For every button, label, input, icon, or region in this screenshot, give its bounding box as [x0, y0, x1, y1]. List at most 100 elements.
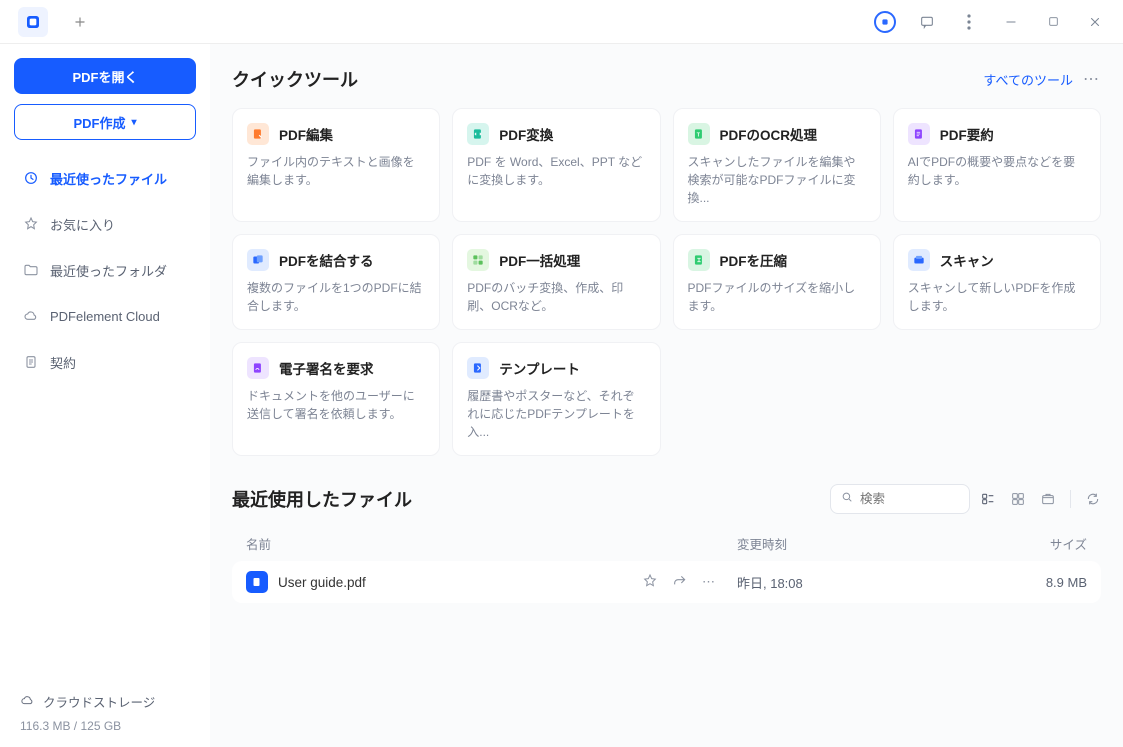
scan-icon: [908, 249, 930, 271]
tool-title: PDF変換: [499, 124, 553, 144]
file-size: 8.9 MB: [997, 575, 1087, 590]
tools-grid: PDF編集 ファイル内のテキストと画像を編集します。 PDF変換 PDF を W…: [232, 108, 1101, 456]
tool-desc: スキャンしたファイルを編集や検索が可能なPDFファイルに変換...: [688, 153, 866, 207]
tool-desc: スキャンして新しいPDFを作成します。: [908, 279, 1086, 315]
close-button[interactable]: [1081, 8, 1109, 36]
recent-files-header: 最近使用したファイル: [232, 484, 1101, 514]
batch-icon: [467, 249, 489, 271]
nav-label: 最近使ったフォルダ: [50, 261, 167, 280]
more-icon[interactable]: ⋯: [702, 574, 717, 590]
tool-desc: 複数のファイルを1つのPDFに結合します。: [247, 279, 425, 315]
archive-icon[interactable]: [1040, 491, 1056, 507]
star-icon: [22, 216, 40, 232]
tool-pdf-convert[interactable]: PDF変換 PDF を Word、Excel、PPT などに変換します。: [452, 108, 660, 222]
tool-esign[interactable]: 電子署名を要求 ドキュメントを他のユーザーに送信して署名を依頼します。: [232, 342, 440, 456]
clock-icon: [22, 170, 40, 186]
tool-template[interactable]: テンプレート 履歴書やポスターなど、それぞれに応じたPDFテンプレートを入...: [452, 342, 660, 456]
refresh-icon[interactable]: [1085, 491, 1101, 507]
maximize-button[interactable]: [1039, 8, 1067, 36]
col-size: サイズ: [997, 534, 1087, 553]
create-pdf-button[interactable]: PDF作成 ▾: [14, 104, 196, 140]
open-pdf-button[interactable]: PDFを開く: [14, 58, 196, 94]
nav-label: 契約: [50, 353, 76, 372]
cloud-storage-label: クラウドストレージ: [43, 692, 155, 711]
template-icon: [467, 357, 489, 379]
create-pdf-label: PDF作成: [73, 113, 125, 132]
minimize-button[interactable]: [997, 8, 1025, 36]
file-name: User guide.pdf: [278, 575, 366, 590]
tool-pdf-compress[interactable]: PDFを圧縮 PDFファイルのサイズを縮小します。: [673, 234, 881, 330]
tool-desc: 履歴書やポスターなど、それぞれに応じたPDFテンプレートを入...: [467, 387, 645, 441]
quick-tools-header: クイックツール すべてのツール ⋯: [232, 66, 1101, 92]
window-controls: [871, 8, 1115, 36]
summarize-icon: [908, 123, 930, 145]
tool-desc: ファイル内のテキストと画像を編集します。: [247, 153, 425, 189]
pdf-file-icon: [246, 571, 268, 593]
tool-title: PDFを結合する: [279, 250, 374, 270]
titlebar: [0, 0, 1123, 44]
nav-label: お気に入り: [50, 215, 115, 234]
nav-cloud[interactable]: PDFelement Cloud: [14, 296, 196, 336]
document-icon: [22, 354, 40, 370]
tool-title: PDFのOCR処理: [720, 124, 818, 144]
search-box[interactable]: [830, 484, 970, 514]
files-table-head: 名前 変更時刻 サイズ: [232, 524, 1101, 561]
cloud-storage-usage: 116.3 MB / 125 GB: [20, 719, 190, 733]
tool-pdf-ocr[interactable]: T PDFのOCR処理 スキャンしたファイルを編集や検索が可能なPDFファイルに…: [673, 108, 881, 222]
more-dots-icon[interactable]: ⋯: [1083, 69, 1101, 89]
share-icon[interactable]: [672, 573, 688, 592]
tool-desc: PDFのバッチ変換、作成、印刷、OCRなど。: [467, 279, 645, 315]
recent-files-title: 最近使用したファイル: [232, 486, 412, 512]
tool-title: 電子署名を要求: [279, 358, 374, 378]
esign-icon: [247, 357, 269, 379]
favorite-star-icon[interactable]: [642, 573, 658, 592]
compress-icon: [688, 249, 710, 271]
menu-dots-icon[interactable]: [955, 8, 983, 36]
col-name: 名前: [246, 534, 737, 553]
merge-icon: [247, 249, 269, 271]
nav-label: PDFelement Cloud: [50, 309, 160, 324]
tool-desc: ドキュメントを他のユーザーに送信して署名を依頼します。: [247, 387, 425, 423]
view-list-icon[interactable]: [980, 491, 996, 507]
tool-pdf-scan[interactable]: スキャン スキャンして新しいPDFを作成します。: [893, 234, 1101, 330]
chevron-down-icon: ▾: [131, 117, 136, 128]
ocr-icon: T: [688, 123, 710, 145]
tool-title: PDF編集: [279, 124, 333, 144]
folder-icon: [22, 262, 40, 278]
file-row[interactable]: User guide.pdf ⋯ 昨日, 18:08 8.9 MB: [232, 561, 1101, 603]
tool-pdf-merge[interactable]: PDFを結合する 複数のファイルを1つのPDFに結合します。: [232, 234, 440, 330]
sidebar: PDFを開く PDF作成 ▾ 最近使ったファイル お気に入り: [0, 44, 210, 747]
cloud-icon: [22, 308, 40, 324]
main-content: クイックツール すべてのツール ⋯ PDF編集 ファイル内のテキストと画像を編集…: [210, 44, 1123, 747]
tool-desc: PDFファイルのサイズを縮小します。: [688, 279, 866, 315]
nav-recent-files[interactable]: 最近使ったファイル: [14, 158, 196, 198]
all-tools-link[interactable]: すべてのツール: [983, 70, 1073, 89]
chat-icon[interactable]: [913, 8, 941, 36]
convert-icon: [467, 123, 489, 145]
quick-tools-title: クイックツール: [232, 66, 358, 92]
brand-icon[interactable]: [871, 8, 899, 36]
nav-contract[interactable]: 契約: [14, 342, 196, 382]
search-icon: [841, 491, 854, 507]
tool-desc: AIでPDFの概要や要点などを要約します。: [908, 153, 1086, 189]
cloud-icon: [20, 693, 35, 711]
nav-label: 最近使ったファイル: [50, 169, 167, 188]
file-time: 昨日, 18:08: [737, 573, 997, 592]
tool-title: PDFを圧縮: [720, 250, 788, 270]
tool-pdf-summarize[interactable]: PDF要約 AIでPDFの概要や要点などを要約します。: [893, 108, 1101, 222]
tool-desc: PDF を Word、Excel、PPT などに変換します。: [467, 153, 645, 189]
nav-recent-folders[interactable]: 最近使ったフォルダ: [14, 250, 196, 290]
tool-pdf-batch[interactable]: PDF一括処理 PDFのバッチ変換、作成、印刷、OCRなど。: [452, 234, 660, 330]
divider: [1070, 490, 1071, 508]
tool-title: テンプレート: [499, 358, 580, 378]
tool-title: スキャン: [940, 250, 994, 270]
view-grid-icon[interactable]: [1010, 491, 1026, 507]
home-tab[interactable]: [18, 7, 48, 37]
col-time: 変更時刻: [737, 534, 997, 553]
cloud-storage-footer: クラウドストレージ 116.3 MB / 125 GB: [14, 686, 196, 737]
tool-title: PDF一括処理: [499, 250, 580, 270]
nav-favorites[interactable]: お気に入り: [14, 204, 196, 244]
tool-title: PDF要約: [940, 124, 994, 144]
new-tab-button[interactable]: [66, 8, 94, 36]
tool-pdf-edit[interactable]: PDF編集 ファイル内のテキストと画像を編集します。: [232, 108, 440, 222]
